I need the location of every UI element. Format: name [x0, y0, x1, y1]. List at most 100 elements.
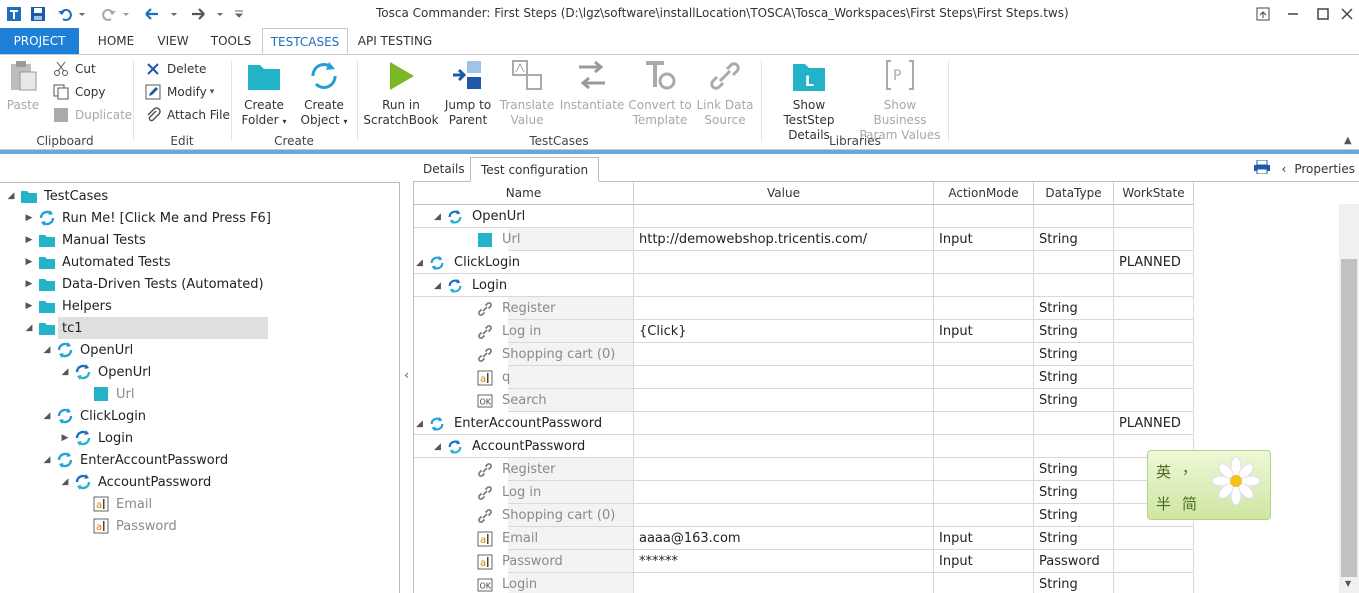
- tree-node[interactable]: ◢ OpenUrl: [60, 361, 151, 383]
- cell-actionmode[interactable]: [934, 343, 1034, 366]
- link-data-source-button[interactable]: Link Data Source: [696, 59, 754, 128]
- cell-datatype[interactable]: String: [1034, 320, 1114, 343]
- cell-datatype[interactable]: [1034, 205, 1114, 228]
- cell-datatype[interactable]: [1034, 435, 1114, 458]
- scrollbar-thumb[interactable]: [1341, 259, 1357, 577]
- cell-actionmode[interactable]: [934, 205, 1034, 228]
- restore-ribbon-icon[interactable]: [1252, 4, 1274, 24]
- properties-toggle[interactable]: ‹ Properties: [1253, 159, 1355, 177]
- cut-button[interactable]: Cut: [52, 61, 96, 77]
- tree-node[interactable]: ▶ Data-Driven Tests (Automated): [24, 273, 264, 295]
- collapse-arrow-icon[interactable]: ◢: [42, 345, 52, 355]
- column-header-datatype[interactable]: DataType: [1034, 182, 1114, 205]
- cell-actionmode[interactable]: [934, 458, 1034, 481]
- modify-button[interactable]: Modify ▾: [144, 84, 214, 100]
- cell-value[interactable]: [634, 458, 934, 481]
- tab-home[interactable]: HOME: [90, 28, 142, 54]
- cell-datatype[interactable]: String: [1034, 458, 1114, 481]
- row-name[interactable]: Register: [464, 297, 556, 320]
- tree-node[interactable]: Password: [78, 515, 177, 537]
- collapse-arrow-icon[interactable]: ◢: [434, 442, 446, 452]
- collapse-arrow-icon[interactable]: ◢: [60, 367, 70, 377]
- cell-actionmode[interactable]: Input: [934, 550, 1034, 573]
- cell-actionmode[interactable]: Input: [934, 527, 1034, 550]
- table-row[interactable]: Email aaaa@163.com Input String: [414, 527, 1339, 550]
- table-row[interactable]: q String: [414, 366, 1339, 389]
- row-name[interactable]: ◢ ClickLogin: [416, 251, 520, 274]
- expand-arrow-icon[interactable]: ▶: [24, 279, 34, 289]
- row-name[interactable]: Login: [464, 573, 537, 593]
- cell-actionmode[interactable]: [934, 412, 1034, 435]
- collapse-arrow-icon[interactable]: ◢: [416, 419, 428, 429]
- collapse-arrow-icon[interactable]: ◢: [24, 323, 34, 333]
- cell-actionmode[interactable]: Input: [934, 228, 1034, 251]
- row-name[interactable]: Url: [464, 228, 520, 251]
- collapse-arrow-icon[interactable]: ◢: [434, 281, 446, 291]
- column-header-value[interactable]: Value: [634, 182, 934, 205]
- scroll-down-arrow-icon[interactable]: ▼: [1345, 579, 1351, 588]
- tree-node[interactable]: ◢ EnterAccountPassword: [42, 449, 228, 471]
- tab-tools[interactable]: TOOLS: [204, 28, 258, 54]
- cell-actionmode[interactable]: [934, 573, 1034, 593]
- cell-actionmode[interactable]: [934, 481, 1034, 504]
- cell-value[interactable]: aaaa@163.com: [634, 527, 934, 550]
- cell-actionmode[interactable]: Input: [934, 320, 1034, 343]
- cell-value[interactable]: http://demowebshop.tricentis.com/: [634, 228, 934, 251]
- cell-value[interactable]: [634, 504, 934, 527]
- run-in-scratchbook-button[interactable]: Run in ScratchBook: [363, 59, 439, 128]
- tree-node[interactable]: ▶ Helpers: [24, 295, 112, 317]
- back-icon[interactable]: [142, 4, 182, 24]
- cell-datatype[interactable]: String: [1034, 228, 1114, 251]
- tree-node[interactable]: ◢ OpenUrl: [42, 339, 133, 361]
- cell-value[interactable]: [634, 274, 934, 297]
- maximize-icon[interactable]: [1312, 4, 1334, 24]
- cell-datatype[interactable]: [1034, 251, 1114, 274]
- translate-value-button[interactable]: Translate Value: [500, 59, 554, 128]
- jump-to-parent-button[interactable]: Jump to Parent: [442, 59, 494, 128]
- paste-button[interactable]: Paste: [4, 59, 42, 113]
- cell-datatype[interactable]: String: [1034, 297, 1114, 320]
- cell-value[interactable]: [634, 205, 934, 228]
- cell-value[interactable]: [634, 251, 934, 274]
- show-teststep-details-button[interactable]: L Show TestStep Details: [766, 59, 852, 143]
- tree-node[interactable]: ◢ AccountPassword: [60, 471, 211, 493]
- create-object-button[interactable]: Create Object ▾: [298, 59, 350, 129]
- row-name[interactable]: q: [464, 366, 510, 389]
- redo-icon[interactable]: [100, 4, 130, 24]
- duplicate-button[interactable]: Duplicate: [52, 107, 132, 123]
- attach-file-button[interactable]: Attach File: [144, 107, 230, 123]
- row-name[interactable]: Log in: [464, 320, 541, 343]
- row-name[interactable]: ◢ OpenUrl: [434, 205, 525, 228]
- delete-button[interactable]: Delete: [144, 61, 206, 77]
- tree-node-selected[interactable]: ◢ tc1: [24, 317, 83, 339]
- tree-node[interactable]: ▶ Manual Tests: [24, 229, 146, 251]
- row-name[interactable]: Register: [464, 458, 556, 481]
- tree-node[interactable]: ◢ ClickLogin: [42, 405, 146, 427]
- tree-node[interactable]: ▶ Run Me! [Click Me and Press F6]: [24, 207, 271, 229]
- cell-datatype[interactable]: String: [1034, 389, 1114, 412]
- table-row[interactable]: Url http://demowebshop.tricentis.com/Inpu…: [414, 228, 1339, 251]
- cell-actionmode[interactable]: [934, 366, 1034, 389]
- table-row[interactable]: Password ****** Input Password: [414, 550, 1339, 573]
- tree-node[interactable]: ▶ Login: [60, 427, 133, 449]
- expand-arrow-icon[interactable]: ▶: [24, 257, 34, 267]
- row-name[interactable]: Email: [464, 527, 538, 550]
- collapse-arrow-icon[interactable]: ◢: [42, 411, 52, 421]
- cell-actionmode[interactable]: [934, 504, 1034, 527]
- cell-actionmode[interactable]: [934, 274, 1034, 297]
- close-icon[interactable]: [1336, 4, 1358, 24]
- cell-value[interactable]: [634, 343, 934, 366]
- cell-datatype[interactable]: Password: [1034, 550, 1114, 573]
- convert-to-template-button[interactable]: Convert to Template: [628, 59, 692, 128]
- customize-quick-access-icon[interactable]: [232, 4, 246, 24]
- collapse-arrow-icon[interactable]: ◢: [42, 455, 52, 465]
- tab-details[interactable]: Details: [413, 157, 475, 182]
- save-icon[interactable]: [28, 4, 48, 24]
- create-folder-button[interactable]: Create Folder ▾: [238, 59, 290, 129]
- table-row[interactable]: Register String: [414, 297, 1339, 320]
- table-row[interactable]: ◢ Login: [414, 274, 1339, 297]
- table-row[interactable]: ◢ ClickLogin PLANNED: [414, 251, 1339, 274]
- tree-node[interactable]: ▶ Automated Tests: [24, 251, 171, 273]
- cell-value[interactable]: [634, 573, 934, 593]
- tab-testcases[interactable]: TESTCASES: [262, 28, 348, 54]
